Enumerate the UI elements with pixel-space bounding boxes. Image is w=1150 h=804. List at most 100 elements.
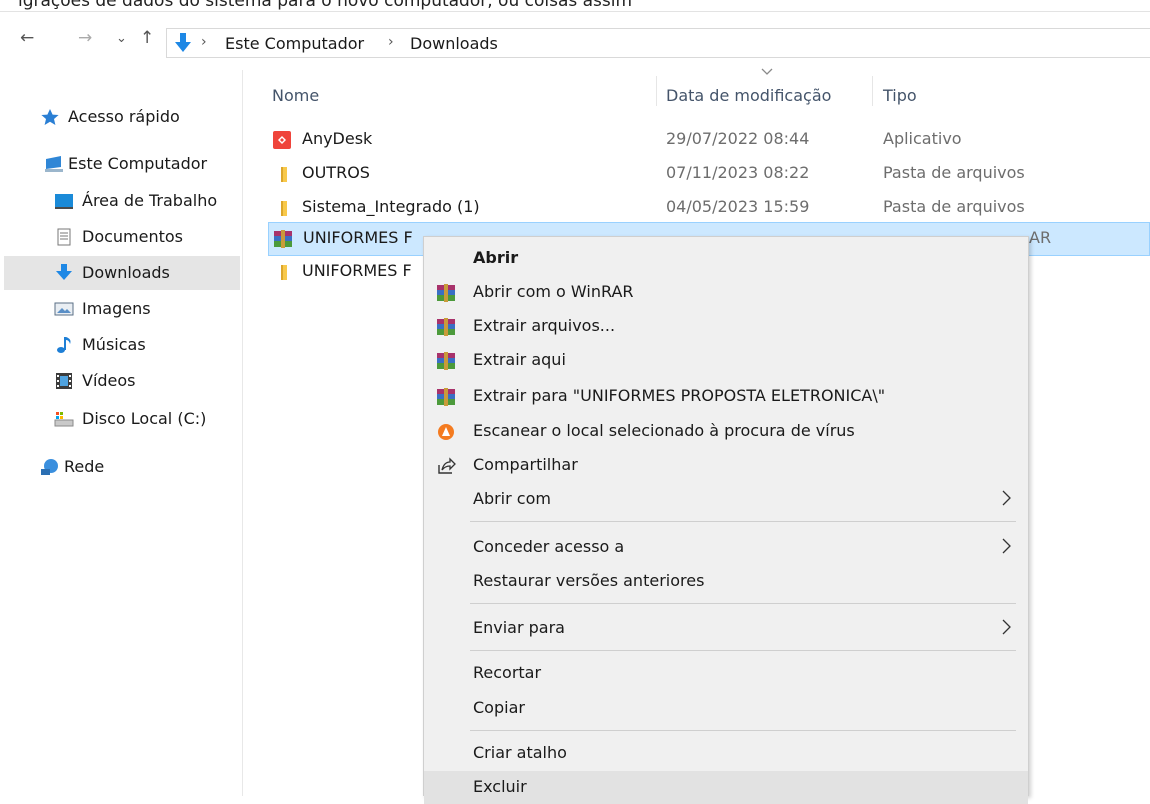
column-header-nome[interactable]: Nome [272,86,319,105]
star-icon [41,109,59,125]
winrar-icon [437,388,455,406]
menu-item-abrir[interactable]: Abrir [424,242,1028,275]
menu-item-label: Extrair aqui [473,350,566,369]
sidebar-item-label: Imagens [82,299,151,318]
up-button[interactable]: ↑ [140,28,154,48]
sidebar-item-documentos[interactable]: Documentos [4,220,240,254]
drive-icon [54,412,74,427]
menu-item-label: Restaurar versões anteriores [473,571,705,590]
file-type: Aplicativo [883,129,962,148]
chevron-right-icon [1002,490,1011,506]
download-icon [175,33,191,52]
menu-item-conceder-acesso[interactable]: Conceder acesso a [424,531,1028,564]
column-header-tipo[interactable]: Tipo [883,86,917,105]
menu-item-copiar[interactable]: Copiar [424,692,1028,725]
menu-item-escanear-virus[interactable]: Escanear o local selecionado à procura d… [424,415,1028,448]
menu-item-extrair-para[interactable]: Extrair para "UNIFORMES PROPOSTA ELETRON… [424,380,1028,413]
menu-item-label: Conceder acesso a [473,537,625,556]
navigation-pane: Acesso rápido Este Computador Área de Tr… [0,70,243,796]
file-name: AnyDesk [302,129,373,148]
column-divider[interactable] [656,76,657,106]
menu-item-label: Criar atalho [473,743,567,762]
sidebar-item-imagens[interactable]: Imagens [4,292,240,326]
folder-icon [281,265,287,280]
menu-item-label: Excluir [473,777,527,796]
menu-separator [470,521,1016,522]
file-type: Pasta de arquivos [883,163,1025,182]
back-button[interactable]: ← [20,28,34,48]
menu-separator [470,603,1016,604]
menu-item-abrir-com-winrar[interactable]: Abrir com o WinRAR [424,276,1028,309]
music-icon [57,337,71,353]
sidebar-item-area-de-trabalho[interactable]: Área de Trabalho [4,184,240,218]
antivirus-icon [438,424,454,440]
context-menu: Abrir Abrir com o WinRAR Extrair arquivo… [423,236,1029,804]
navigation-bar: ← → ⌄ ↑ › Este Computador › Downloads [0,14,1150,70]
file-type: Pasta de arquivos [883,197,1025,216]
sidebar-item-downloads[interactable]: Downloads [4,256,240,290]
sidebar-item-este-computador[interactable]: Este Computador [4,147,240,181]
cutoff-text: igrações de dados do sistema para o novo… [18,0,633,11]
sidebar-item-label: Rede [64,457,105,476]
forward-button[interactable]: → [78,28,92,48]
breadcrumb-este-computador[interactable]: Este Computador [225,34,364,53]
breadcrumb-separator: › [388,34,394,50]
breadcrumb-downloads[interactable]: Downloads [410,34,498,53]
column-header-data[interactable]: Data de modificação [666,86,831,105]
sidebar-item-label: Vídeos [82,371,136,390]
sidebar-item-rede[interactable]: Rede [4,450,240,484]
menu-item-restaurar-versoes[interactable]: Restaurar versões anteriores [424,565,1028,598]
sidebar-item-label: Músicas [82,335,146,354]
sidebar-item-musicas[interactable]: Músicas [4,328,240,362]
recent-locations-button[interactable]: ⌄ [116,31,127,46]
file-name: UNIFORMES F [302,261,412,280]
image-icon [54,302,74,316]
file-row[interactable]: AnyDesk 29/07/2022 08:44 Aplicativo [268,124,1150,156]
menu-item-label: Abrir com o WinRAR [473,282,634,301]
menu-item-abrir-com[interactable]: Abrir com [424,483,1028,516]
column-divider[interactable] [872,76,873,106]
sidebar-item-videos[interactable]: Vídeos [4,364,240,398]
menu-item-compartilhar[interactable]: Compartilhar [424,449,1028,482]
menu-item-recortar[interactable]: Recortar [424,657,1028,690]
share-icon [438,457,456,474]
menu-item-label: Recortar [473,663,542,682]
sidebar-item-label: Documentos [82,227,184,246]
address-bar[interactable]: › Este Computador › Downloads [166,28,1150,58]
menu-item-label: Abrir [473,248,519,267]
sidebar-item-acesso-rapido[interactable]: Acesso rápido [4,100,240,134]
winrar-icon [437,284,455,302]
menu-item-extrair-arquivos[interactable]: Extrair arquivos... [424,310,1028,343]
sidebar-item-label: Acesso rápido [68,107,180,126]
file-name: Sistema_Integrado (1) [302,197,480,216]
file-row[interactable]: OUTROS 07/11/2023 08:22 Pasta de arquivo… [268,158,1150,190]
sort-chevron-icon [761,68,773,75]
menu-item-extrair-aqui[interactable]: Extrair aqui [424,344,1028,377]
menu-item-label: Abrir com [473,489,551,508]
network-icon [41,459,58,475]
breadcrumb-separator: › [201,34,207,50]
file-date: 04/05/2023 15:59 [666,197,810,216]
file-name: OUTROS [302,163,370,182]
chevron-right-icon [1002,538,1011,554]
menu-item-enviar-para[interactable]: Enviar para [424,612,1028,645]
download-icon [56,264,72,280]
menu-item-label: Copiar [473,698,525,717]
computer-icon [45,156,63,172]
menu-item-label: Extrair para "UNIFORMES PROPOSTA ELETRON… [473,386,886,405]
menu-separator [470,650,1016,651]
menu-item-label: Compartilhar [473,455,578,474]
sidebar-item-disco-local[interactable]: Disco Local (C:) [4,402,240,436]
winrar-icon [437,352,455,370]
menu-separator [470,730,1016,731]
file-date: 29/07/2022 08:44 [666,129,810,148]
menu-item-criar-atalho[interactable]: Criar atalho [424,737,1028,770]
winrar-icon [274,230,292,248]
menu-item-excluir[interactable]: Excluir [424,771,1028,804]
winrar-icon [437,318,455,336]
menu-item-label: Escanear o local selecionado à procura d… [473,421,855,440]
anydesk-icon [273,131,291,149]
chevron-right-icon [1002,619,1011,635]
file-row[interactable]: Sistema_Integrado (1) 04/05/2023 15:59 P… [268,192,1150,224]
document-icon [57,228,71,246]
